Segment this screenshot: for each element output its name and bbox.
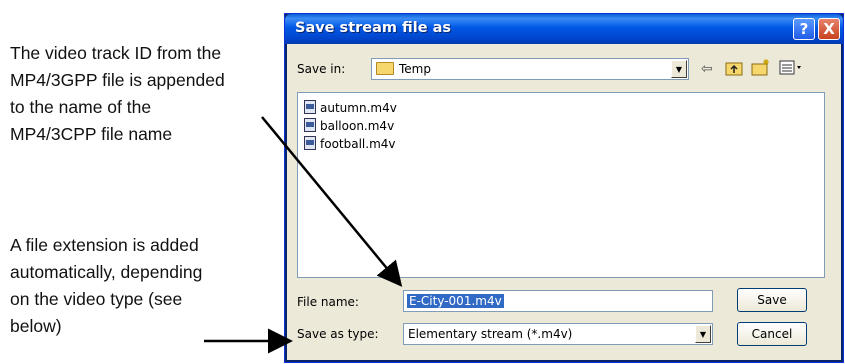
view-menu-icon[interactable] [779,60,803,76]
list-item[interactable]: autumn.m4v [304,99,397,117]
file-icon [304,136,316,150]
annotation-line: to the name of the [10,97,152,117]
file-name-label: File name: [297,295,359,309]
save-as-type-dropdown[interactable]: Elementary stream (*.m4v) ▼ [403,323,713,345]
list-item[interactable]: football.m4v [304,135,396,153]
save-in-label: Save in: [297,62,346,76]
cancel-button[interactable]: Cancel [737,322,807,346]
annotation-line: below) [10,316,62,336]
up-folder-icon[interactable] [725,60,743,76]
dialog-title: Save stream file as [295,20,452,36]
file-name: autumn.m4v [320,101,397,115]
annotation-line: automatically, depending [10,262,203,282]
save-button[interactable]: Save [737,288,807,312]
file-list[interactable]: autumn.m4v balloon.m4v football.m4v [297,92,825,278]
save-as-type-value: Elementary stream (*.m4v) [408,327,573,341]
save-in-dropdown[interactable]: Temp ▼ [371,58,689,80]
save-stream-dialog: Save stream file as ? X Save in: Temp ▼ … [284,13,844,363]
annotation-line: MP4/3CPP file name [10,124,173,144]
annotation-line: MP4/3GPP file is appended [10,70,225,90]
close-button[interactable]: X [818,18,840,40]
track-id-annotation: The video track ID from the MP4/3GPP fil… [10,40,280,148]
annotation-line: on the video type (see [10,289,183,309]
title-bar[interactable]: Save stream file as ? X [285,14,843,44]
help-button[interactable]: ? [793,18,815,40]
extension-annotation: A file extension is added automatically,… [10,232,280,340]
list-item[interactable]: balloon.m4v [304,117,394,135]
file-icon [304,118,316,132]
folder-icon [376,62,394,75]
chevron-down-icon[interactable]: ▼ [671,60,687,78]
back-arrow-icon[interactable]: ⇦ [701,60,713,77]
save-in-value: Temp [399,62,431,76]
chevron-down-icon[interactable]: ▼ [695,325,711,343]
save-in-value-wrap: Temp [376,62,431,76]
file-name-input[interactable]: E-City-001.m4v [403,290,713,312]
save-as-type-label: Save as type: [297,327,379,341]
file-name: football.m4v [320,137,396,151]
file-name: balloon.m4v [320,119,395,133]
annotation-line: A file extension is added [10,235,199,255]
file-name-value: E-City-001.m4v [407,294,504,308]
new-folder-icon[interactable] [751,58,771,76]
file-icon [304,100,316,114]
annotation-line: The video track ID from the [10,43,222,63]
